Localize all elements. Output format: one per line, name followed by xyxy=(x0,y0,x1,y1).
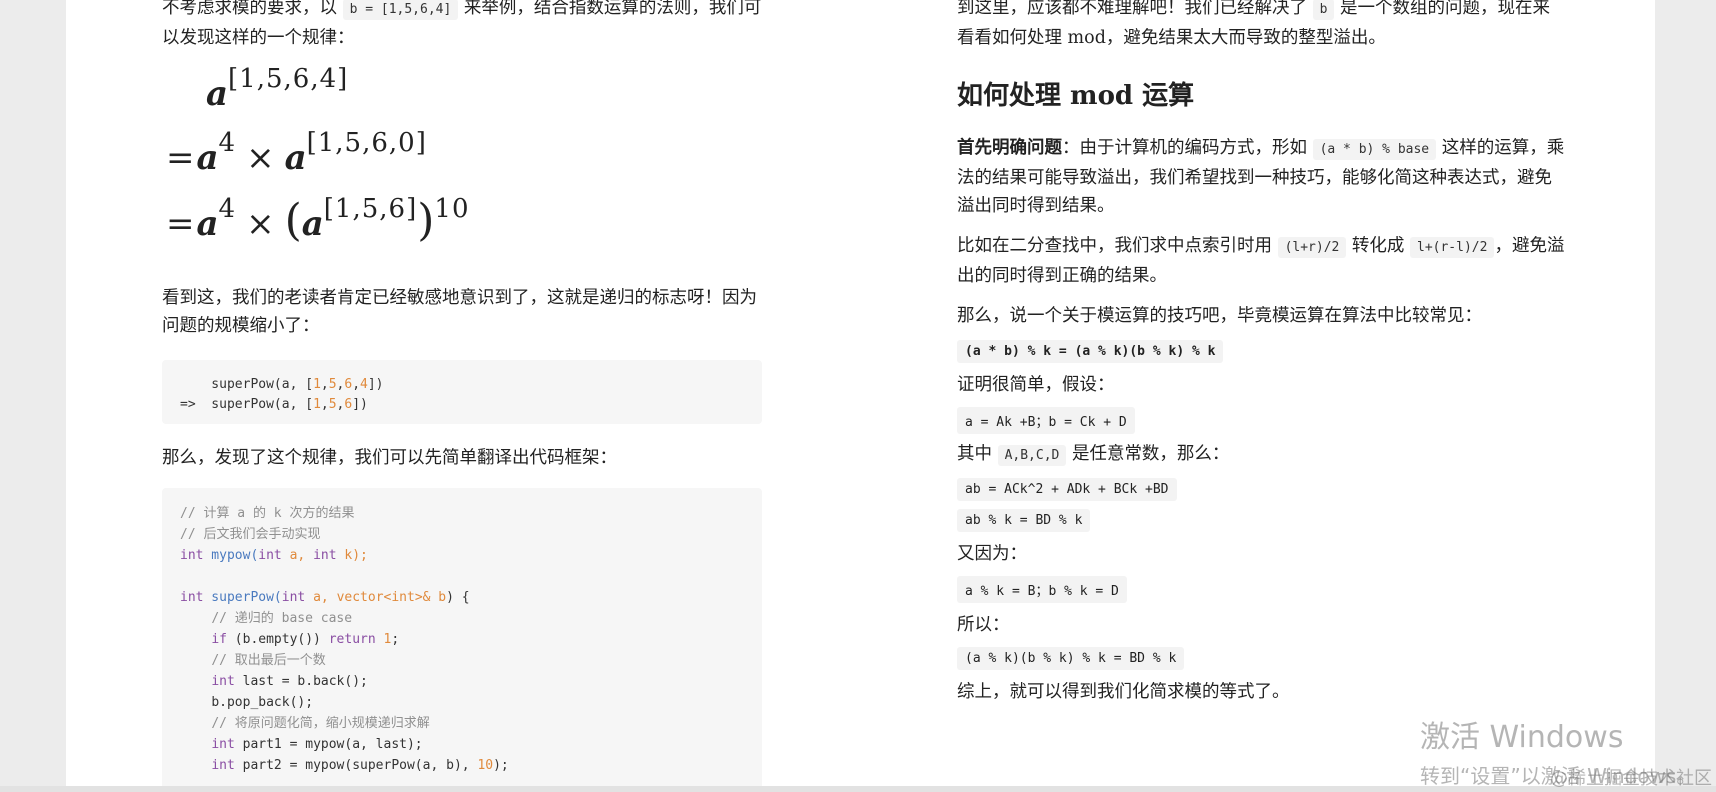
math-paren-open: ( xyxy=(284,195,302,246)
right-content: 到这里，应该都不难理解吧！我们已经解决了 b 是一个数组的问题，现在来看看如何处… xyxy=(957,0,1567,706)
math-formula: a[1,5,6,4] =a4 × a[1,5,6,0] =a4 × (a[1,5,6])… xyxy=(162,58,762,276)
proof-paragraph: 证明很简单，假设： xyxy=(957,375,1115,395)
math-exponent: [1,5,6] xyxy=(323,194,418,224)
math-row-1: a[1,5,6,4] xyxy=(206,64,348,114)
windows-watermark-line1: 激活 Windows xyxy=(1420,720,1624,755)
math-times: × xyxy=(246,138,275,178)
math-exponent: 10 xyxy=(434,194,470,224)
therefore-paragraph: 所以： xyxy=(957,615,1010,635)
math-times: × xyxy=(246,204,275,244)
math-equals: = xyxy=(166,138,195,178)
math-paren-close: ) xyxy=(417,195,435,246)
math-exponent: [1,5,6,0] xyxy=(306,128,427,158)
document-page-left: 不考虑求模的要求，以 b = [1,5,6,4] 来举例，结合指数运算的法则，我… xyxy=(66,0,861,792)
math-exponent: 4 xyxy=(218,194,237,224)
formula-assume: a = Ak +B；b = Ck + D xyxy=(957,407,1135,434)
math-exponent: [1,5,6,4] xyxy=(228,64,349,94)
inline-code-l-plus: l+(r-l)/2 xyxy=(1410,237,1495,258)
intro-text-pre: 不考虑求模的要求，以 xyxy=(162,0,343,18)
math-base: a xyxy=(196,138,219,178)
formula-ab: ab = ACk^2 + ADk + BCk +BD xyxy=(957,478,1177,501)
recursion-paragraph: 看到这，我们的老读者肯定已经敏感地意识到了，这就是递归的标志呀！因为问题的规模缩… xyxy=(162,288,757,336)
math-exponent: 4 xyxy=(218,128,237,158)
formula-row-mod: a % k = B；b % k = D xyxy=(957,576,1567,603)
inline-code-ab-mod-base: (a * b) % base xyxy=(1312,139,1437,160)
formula-main: (a * b) % k = (a % k)(b % k) % k xyxy=(957,340,1224,363)
formula-final: (a % k)(b % k) % k = BD % k xyxy=(957,647,1185,670)
constants-paragraph: 其中 A,B,C,D 是任意常数，那么： xyxy=(957,444,1230,466)
math-base: a xyxy=(196,204,219,244)
math-row-2: =a4 × a[1,5,6,0] xyxy=(166,128,427,178)
math-equals: = xyxy=(166,204,195,244)
formula-mod: a % k = B；b % k = D xyxy=(957,576,1127,603)
juejin-watermark: @稀土掘金技术社区 xyxy=(1550,768,1712,789)
inline-code-lr-div2: (l+r)/2 xyxy=(1277,237,1347,258)
inline-code-b: b = [1,5,6,4] xyxy=(342,0,459,20)
left-content: 不考虑求模的要求，以 b = [1,5,6,4] 来举例，结合指数运算的法则，我… xyxy=(162,0,762,792)
because-paragraph: 又因为： xyxy=(957,544,1027,564)
binary-search-paragraph: 比如在二分查找中，我们求中点索引时用 (l+r)/2 转化成 l+(r-l)/2… xyxy=(957,236,1565,286)
formula-row-final: (a % k)(b % k) % k = BD % k xyxy=(957,647,1567,670)
formula-row-main: (a * b) % k = (a % k)(b % k) % k xyxy=(957,340,1567,363)
math-base: a xyxy=(206,74,229,114)
formula-row-abk: ab % k = BD % k xyxy=(957,509,1567,532)
formula-row-assume: a = Ak +B；b = Ck + D xyxy=(957,407,1567,434)
problem-paragraph: 首先明确问题：由于计算机的编码方式，形如 (a * b) % base 这样的运… xyxy=(957,138,1565,216)
math-base: a xyxy=(284,138,307,178)
code-block-superpow-example: superPow(a, [1,5,6,4]) => superPow(a, [1… xyxy=(162,360,762,424)
intro-paragraph: 不考虑求模的要求，以 b = [1,5,6,4] 来举例，结合指数运算的法则，我… xyxy=(162,0,762,52)
conclusion-paragraph: 综上，就可以得到我们化简求模的等式了。 xyxy=(957,682,1290,702)
document-page-right: 到这里，应该都不难理解吧！我们已经解决了 b 是一个数组的问题，现在来看看如何处… xyxy=(860,0,1655,792)
problem-bold-label: 首先明确问题 xyxy=(957,138,1062,158)
framework-paragraph: 那么，发现了这个规律，我们可以先简单翻译出代码框架： xyxy=(162,448,617,468)
mod-tip-paragraph: 那么，说一个关于模运算的技巧吧，毕竟模运算在算法中比较常见： xyxy=(957,306,1482,326)
math-row-3: =a4 × (a[1,5,6])10 xyxy=(166,194,470,246)
section-heading-mod: 如何处理 mod 运算 xyxy=(957,81,1195,111)
math-base: a xyxy=(301,204,324,244)
code-block-framework: // 计算 a 的 k 次方的结果 // 后文我们会手动实现 int mypow… xyxy=(162,488,762,792)
inline-code-b: b xyxy=(1312,0,1335,20)
formula-row-ab: ab = ACk^2 + ADk + BCk +BD xyxy=(957,478,1567,501)
inline-code-abcd: A,B,C,D xyxy=(997,445,1067,466)
resolved-array-paragraph: 到这里，应该都不难理解吧！我们已经解决了 b 是一个数组的问题，现在来看看如何处… xyxy=(957,0,1550,48)
formula-abk: ab % k = BD % k xyxy=(957,509,1091,532)
